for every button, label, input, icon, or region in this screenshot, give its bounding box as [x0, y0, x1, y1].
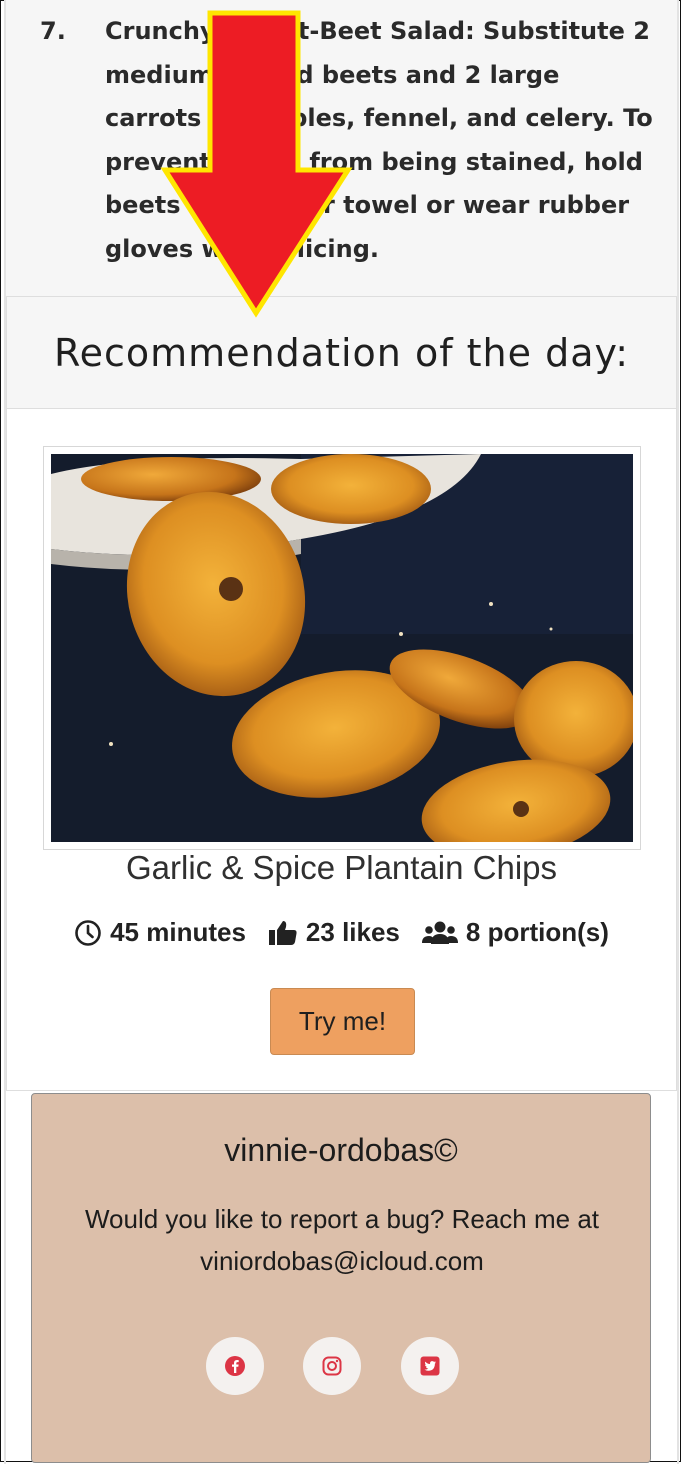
annotation-arrow-icon — [160, 10, 353, 318]
twitter-icon — [420, 1356, 440, 1376]
plantain-chips-photo — [51, 454, 633, 842]
likes-count: 23 likes — [305, 917, 400, 947]
content-edge — [677, 0, 679, 1464]
instagram-link[interactable] — [303, 1337, 361, 1395]
twitter-link[interactable] — [401, 1337, 459, 1395]
recipe-title[interactable]: Garlic & Spice Plantain Chips — [7, 849, 676, 887]
bug-report-message: Would you like to report a bug? Reach me… — [84, 1204, 600, 1276]
facebook-link[interactable] — [206, 1337, 264, 1395]
step-number: 7. — [40, 17, 66, 45]
cook-time: 45 minutes — [110, 917, 246, 947]
try-me-button[interactable]: Try me! — [270, 988, 415, 1055]
footer-brand: vinnie-ordobas© — [224, 1132, 458, 1168]
thumbs-up-icon — [268, 920, 297, 945]
recipe-image[interactable] — [43, 446, 641, 850]
instagram-icon — [322, 1356, 342, 1376]
step-text: Crunchy Carrot-Beet Salad: Substitute 2 … — [105, 17, 653, 263]
facebook-icon — [225, 1356, 245, 1376]
clock-icon — [75, 919, 101, 946]
likes-stat: 23 likes — [268, 917, 400, 948]
portions-stat: 8 portion(s) — [421, 917, 609, 948]
portions-count: 8 portion(s) — [465, 917, 609, 947]
instruction-step: 7. Crunchy Carrot-Beet Salad: Substitute… — [40, 10, 660, 271]
recipe-stats: 45 minutes 23 likes 8 portion(s) — [7, 917, 676, 948]
users-icon — [421, 921, 458, 944]
footer: vinnie-ordobas© Would you like to report… — [31, 1093, 651, 1463]
time-stat: 45 minutes — [74, 917, 246, 948]
recommendation-card: Recommendation of the day: Garlic & Spic… — [6, 296, 677, 1091]
